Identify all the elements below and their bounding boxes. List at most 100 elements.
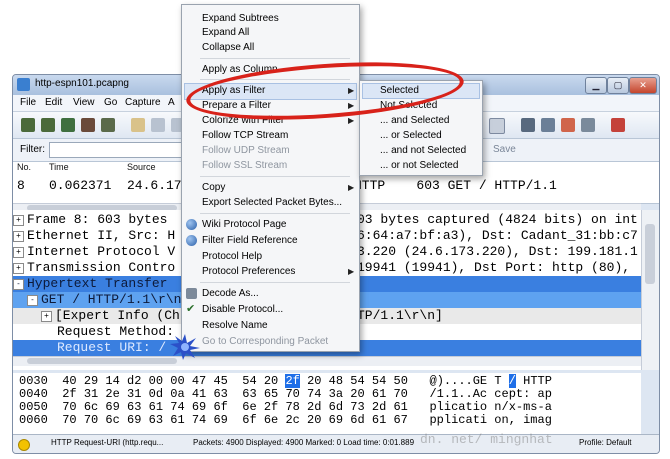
bytes-row[interactable]: 0060 70 70 6c 69 63 61 74 69 6f 6e 2c 20…: [19, 414, 552, 427]
status-field-info: HTTP Request-URI (http.requ...: [51, 438, 164, 447]
expand-icon[interactable]: +: [13, 215, 24, 226]
context-menu: Expand Subtrees Expand All Collapse All …: [181, 4, 360, 352]
bytes-hex: 2f 31 2e 31 0d 0a 41 63 63 65 70 74 3a 2…: [62, 387, 408, 401]
collapse-icon[interactable]: -: [13, 279, 24, 290]
watermark-text: dn. net/ mingnhat: [420, 432, 553, 447]
restart-capture-icon[interactable]: [101, 118, 115, 132]
menu-item-follow-udp-stream[interactable]: Follow UDP Stream: [202, 145, 290, 156]
menu-item-go-to-corresponding-packet[interactable]: Go to Corresponding Packet: [202, 336, 328, 347]
menu-separator: [200, 58, 350, 59]
bytes-offset: 0060: [19, 413, 48, 427]
menu-item-resolve-name[interactable]: Resolve Name: [202, 320, 268, 331]
packet-row-no[interactable]: 8: [17, 178, 25, 193]
menu-item-export-selected-bytes[interactable]: Export Selected Packet Bytes...: [202, 197, 342, 208]
menu-item-protocol-help[interactable]: Protocol Help: [202, 251, 262, 262]
stop-capture-icon[interactable]: [81, 118, 95, 132]
tree-item-ip-tail: 3.220 (24.6.173.220), Dst: 199.181.1: [357, 244, 638, 259]
menu-item-decode-as[interactable]: Decode As...: [202, 288, 259, 299]
submenu-item-and-not-selected[interactable]: ... and not Selected: [380, 145, 466, 156]
packet-row-time[interactable]: 0.062371: [49, 178, 111, 193]
filter-save-button[interactable]: Save: [493, 144, 516, 155]
close-button[interactable]: ✕: [629, 77, 657, 94]
column-header-time[interactable]: Time: [49, 162, 69, 172]
check-icon: ✔: [186, 303, 196, 315]
zoom-icon[interactable]: [489, 118, 505, 134]
menu-item-filter-field-reference[interactable]: Filter Field Reference: [202, 235, 298, 246]
packet-row-source[interactable]: 24.6.17: [127, 178, 182, 193]
menu-edit[interactable]: Edit: [45, 97, 62, 108]
submenu-item-or-selected[interactable]: ... or Selected: [380, 130, 442, 141]
details-vertical-scrollbar[interactable]: [641, 210, 659, 370]
wireshark-app-icon: [17, 78, 30, 91]
menu-item-disable-protocol[interactable]: Disable Protocol...: [202, 304, 283, 315]
help-icon[interactable]: [611, 118, 625, 132]
expert-info-icon[interactable]: [18, 439, 30, 451]
packet-bytes-pane: 0030 40 29 14 d2 00 00 47 45 54 20 2f 20…: [13, 373, 641, 435]
click-burst-icon: [170, 334, 200, 360]
save-file-icon[interactable]: [151, 118, 165, 132]
decode-icon: [186, 288, 197, 299]
menu-file[interactable]: File: [20, 97, 36, 108]
minimize-button[interactable]: ▁: [585, 77, 607, 94]
scrollbar-thumb[interactable]: [645, 224, 655, 284]
options-icon[interactable]: [41, 118, 55, 132]
status-bar: HTTP Request-URI (http.requ... Packets: …: [13, 434, 659, 453]
details-scrollbar[interactable]: [13, 356, 641, 366]
bytes-ascii: HTTP: [515, 374, 552, 388]
submenu-arrow-icon: ▶: [348, 116, 355, 125]
menu-item-expand-all[interactable]: Expand All: [202, 27, 249, 38]
display-filters-icon[interactable]: [541, 118, 555, 132]
start-capture-icon[interactable]: [61, 118, 75, 132]
menu-item-wiki-protocol-page[interactable]: Wiki Protocol Page: [202, 219, 286, 230]
bytes-ascii: pplicati on, imag: [429, 413, 552, 427]
tree-item-label: Ethernet II, Src: H: [27, 228, 176, 243]
maximize-button[interactable]: ▢: [607, 77, 629, 94]
menu-item-collapse-all[interactable]: Collapse All: [202, 42, 254, 53]
menu-item-protocol-preferences[interactable]: Protocol Preferences: [202, 266, 295, 277]
tree-item-label: [Expert Info (Ch: [55, 308, 180, 323]
bytes-offset: 0040: [19, 387, 48, 401]
collapse-icon[interactable]: -: [27, 295, 38, 306]
capture-filters-icon[interactable]: [521, 118, 535, 132]
menu-capture[interactable]: Capture: [125, 97, 161, 108]
scrollbar-thumb[interactable]: [27, 358, 177, 364]
tree-item-label: Internet Protocol V: [27, 244, 176, 259]
column-header-no[interactable]: No.: [17, 162, 31, 172]
menu-item-copy[interactable]: Copy: [202, 182, 225, 193]
menu-item-follow-tcp-stream[interactable]: Follow TCP Stream: [202, 130, 288, 141]
expand-icon[interactable]: +: [13, 263, 24, 274]
bytes-ascii: @)....GE T: [429, 374, 509, 388]
bytes-hex-highlight: 2f: [285, 374, 300, 388]
menu-item-follow-ssl-stream[interactable]: Follow SSL Stream: [202, 160, 287, 171]
coloring-rules-icon[interactable]: [561, 118, 575, 132]
expand-icon[interactable]: +: [13, 231, 24, 242]
menu-separator: [200, 282, 350, 283]
tree-item-label: Hypertext Transfer: [27, 276, 168, 291]
menu-view[interactable]: View: [73, 97, 95, 108]
submenu-item-or-not-selected[interactable]: ... or not Selected: [380, 160, 458, 171]
bytes-hex: 70 70 6c 69 63 61 74 69 6f 6e 2c 20 69 6…: [62, 413, 408, 427]
submenu-arrow-icon: ▶: [348, 183, 355, 192]
packet-row-info[interactable]: HTTP 603 GET / HTTP/1.1: [354, 178, 557, 193]
globe-icon: [186, 235, 197, 246]
menu-item-expand-subtrees[interactable]: Expand Subtrees: [202, 13, 279, 24]
menu-go[interactable]: Go: [104, 97, 117, 108]
expand-icon[interactable]: +: [13, 247, 24, 258]
filter-input[interactable]: [49, 142, 187, 158]
filter-label: Filter:: [20, 144, 45, 155]
menu-separator: [200, 176, 350, 177]
bytes-ascii-highlight: /: [508, 374, 516, 388]
globe-icon: [186, 219, 197, 230]
bytes-ascii: /1.1..Ac cept: ap: [429, 387, 552, 401]
open-file-icon[interactable]: [131, 118, 145, 132]
expand-icon[interactable]: +: [41, 311, 52, 322]
menu-analyze[interactable]: A: [168, 97, 175, 108]
menu-separator: [200, 213, 350, 214]
submenu-item-and-selected[interactable]: ... and Selected: [380, 115, 450, 126]
tree-item-expert-tail: TP/1.1\r\n]: [357, 308, 443, 323]
column-header-source[interactable]: Source: [127, 162, 156, 172]
preferences-icon[interactable]: [581, 118, 595, 132]
status-profile[interactable]: Profile: Default: [579, 438, 631, 447]
bytes-hex: 40 29 14 d2 00 00 47 45 54 20: [62, 374, 286, 388]
interfaces-icon[interactable]: [21, 118, 35, 132]
